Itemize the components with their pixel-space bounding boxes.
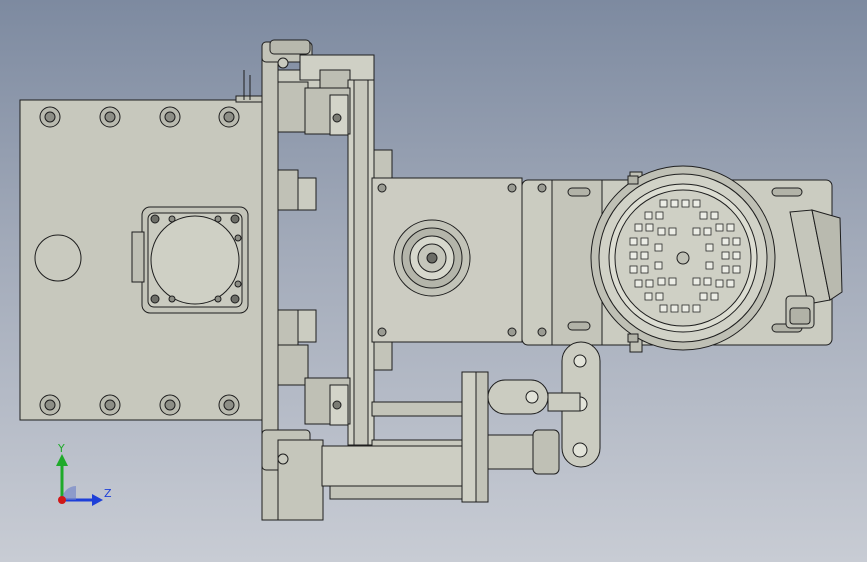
axis-triad [56,454,103,506]
motor-fan-cover[interactable] [590,165,776,353]
assembly-drawing[interactable] [0,0,867,562]
through-hole [34,234,82,282]
base-plate[interactable] [19,95,263,421]
gearbox-plate[interactable] [371,177,523,343]
square-flange [131,206,249,314]
y-axis-label: Y [58,442,65,455]
cad-viewport[interactable]: Y Z [0,0,867,562]
z-axis-label: Z [104,487,112,500]
